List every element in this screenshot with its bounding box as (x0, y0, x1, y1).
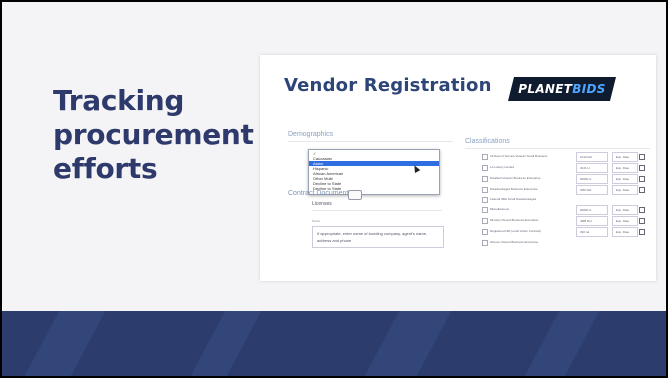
classification-label: Disabled Veteran Business Enterprise (490, 176, 541, 180)
classification-checkbox[interactable] (482, 207, 488, 213)
calendar-icon[interactable] (639, 229, 645, 235)
certification-number-field[interactable]: 330 rel (576, 227, 608, 237)
planetbids-logo-text: PLANETBIDS (518, 82, 606, 96)
classification-label: Minority Owned Business Enterprise (490, 218, 539, 222)
expiration-date-field[interactable]: Exp. Date (612, 163, 638, 173)
licenses-divider (312, 210, 442, 211)
classifications-label: Classifications (465, 138, 510, 145)
classification-checkbox[interactable] (482, 218, 488, 224)
classification-row: LA Lottery Limited 3121 H Exp. Date (482, 163, 656, 173)
bonding-company-textarea[interactable]: If appropriate, enter name of bonding co… (312, 226, 444, 248)
vendor-registration-screenshot: Vendor Registration PLANETBIDS Demograph… (260, 55, 656, 281)
classification-checkbox[interactable] (482, 187, 488, 193)
name-label: Name (312, 219, 321, 223)
certification-number-field[interactable]: 1010 Ref (576, 152, 608, 162)
vendor-registration-title: Vendor Registration (284, 75, 492, 96)
footer-stripe (190, 311, 262, 376)
expiration-date-field[interactable]: Exp. Date (612, 205, 638, 215)
certification-number-field[interactable]: 3M6 Ref (576, 185, 608, 195)
demographics-divider (288, 141, 453, 142)
demographics-dropdown[interactable]: ✓ Caucasian Asian Hispanic African Ameri… (308, 149, 440, 195)
footer-band (2, 311, 666, 376)
classification-label: Federal SBA Small Disadvantaged (490, 197, 537, 201)
calendar-icon[interactable] (639, 154, 645, 160)
certification-number-field[interactable]: 00000 w (576, 174, 608, 184)
classifications-divider (465, 148, 650, 149)
licenses-label: Licenses (312, 201, 332, 207)
classification-label: Women Owned Business Enterprise (490, 240, 539, 244)
textarea-placeholder-line1: If appropriate, enter name of bonding co… (317, 231, 428, 236)
expiration-date-field[interactable]: Exp. Date (612, 152, 638, 162)
classification-label: LA Lottery Limited (490, 165, 515, 169)
footer-stripe (524, 311, 600, 376)
classification-row: Disabled Veteran Business Enterprise 000… (482, 174, 656, 184)
contract-documents-label: Contract Documents (288, 190, 352, 197)
classification-checkbox[interactable] (482, 176, 488, 182)
classification-row: Minority Owned Business Enterprise 4MB R… (482, 216, 656, 226)
expiration-date-field[interactable]: Exp. Date (612, 227, 638, 237)
slide-title: Tracking procurement efforts (53, 84, 254, 185)
expiration-date-field[interactable]: Exp. Date (612, 185, 638, 195)
classification-row: Women Owned Business Enterprise (482, 238, 656, 248)
calendar-icon[interactable] (639, 165, 645, 171)
classification-row: Federal SBA Small Disadvantaged (482, 195, 656, 205)
textarea-placeholder-line2: address and phone (317, 238, 352, 243)
classification-checkbox[interactable] (482, 229, 488, 235)
classification-row: Miscellaneous 00000 w Exp. Date (482, 205, 656, 215)
classification-row: All Dept of Service Veteran Small Busine… (482, 152, 656, 162)
footer-stripe (364, 311, 452, 376)
classification-row: Disadvantaged Business Enterprise 3M6 Re… (482, 185, 656, 195)
classification-label: Disadvantaged Business Enterprise (490, 187, 538, 191)
dropdown-option-selected[interactable]: Asian (309, 161, 439, 166)
expiration-date-field[interactable]: Exp. Date (612, 216, 638, 226)
certification-number-field[interactable]: 3121 H (576, 163, 608, 173)
calendar-icon[interactable] (639, 187, 645, 193)
classification-checkbox[interactable] (482, 197, 488, 203)
classification-checkbox[interactable] (482, 154, 488, 160)
certification-number-field[interactable]: 4MB Ref (576, 216, 608, 226)
classification-label: Miscellaneous (490, 207, 510, 211)
classification-label: Registered LBI (Local Visitor Contract) (490, 229, 542, 233)
classification-row: Registered LBI (Local Visitor Contract) … (482, 227, 656, 237)
classification-checkbox[interactable] (482, 240, 488, 246)
certification-number-field[interactable]: 00000 w (576, 205, 608, 215)
expiration-date-field[interactable]: Exp. Date (612, 174, 638, 184)
slide: Tracking procurement efforts Vendor Regi… (2, 2, 666, 376)
calendar-icon[interactable] (639, 176, 645, 182)
calendar-icon[interactable] (639, 207, 645, 213)
add-document-button[interactable] (348, 190, 362, 200)
classification-checkbox[interactable] (482, 165, 488, 171)
demographics-label: Demographics (288, 131, 334, 138)
footer-stripe (24, 311, 106, 376)
calendar-icon[interactable] (639, 218, 645, 224)
classification-label: All Dept of Service Veteran Small Busine… (490, 154, 548, 158)
